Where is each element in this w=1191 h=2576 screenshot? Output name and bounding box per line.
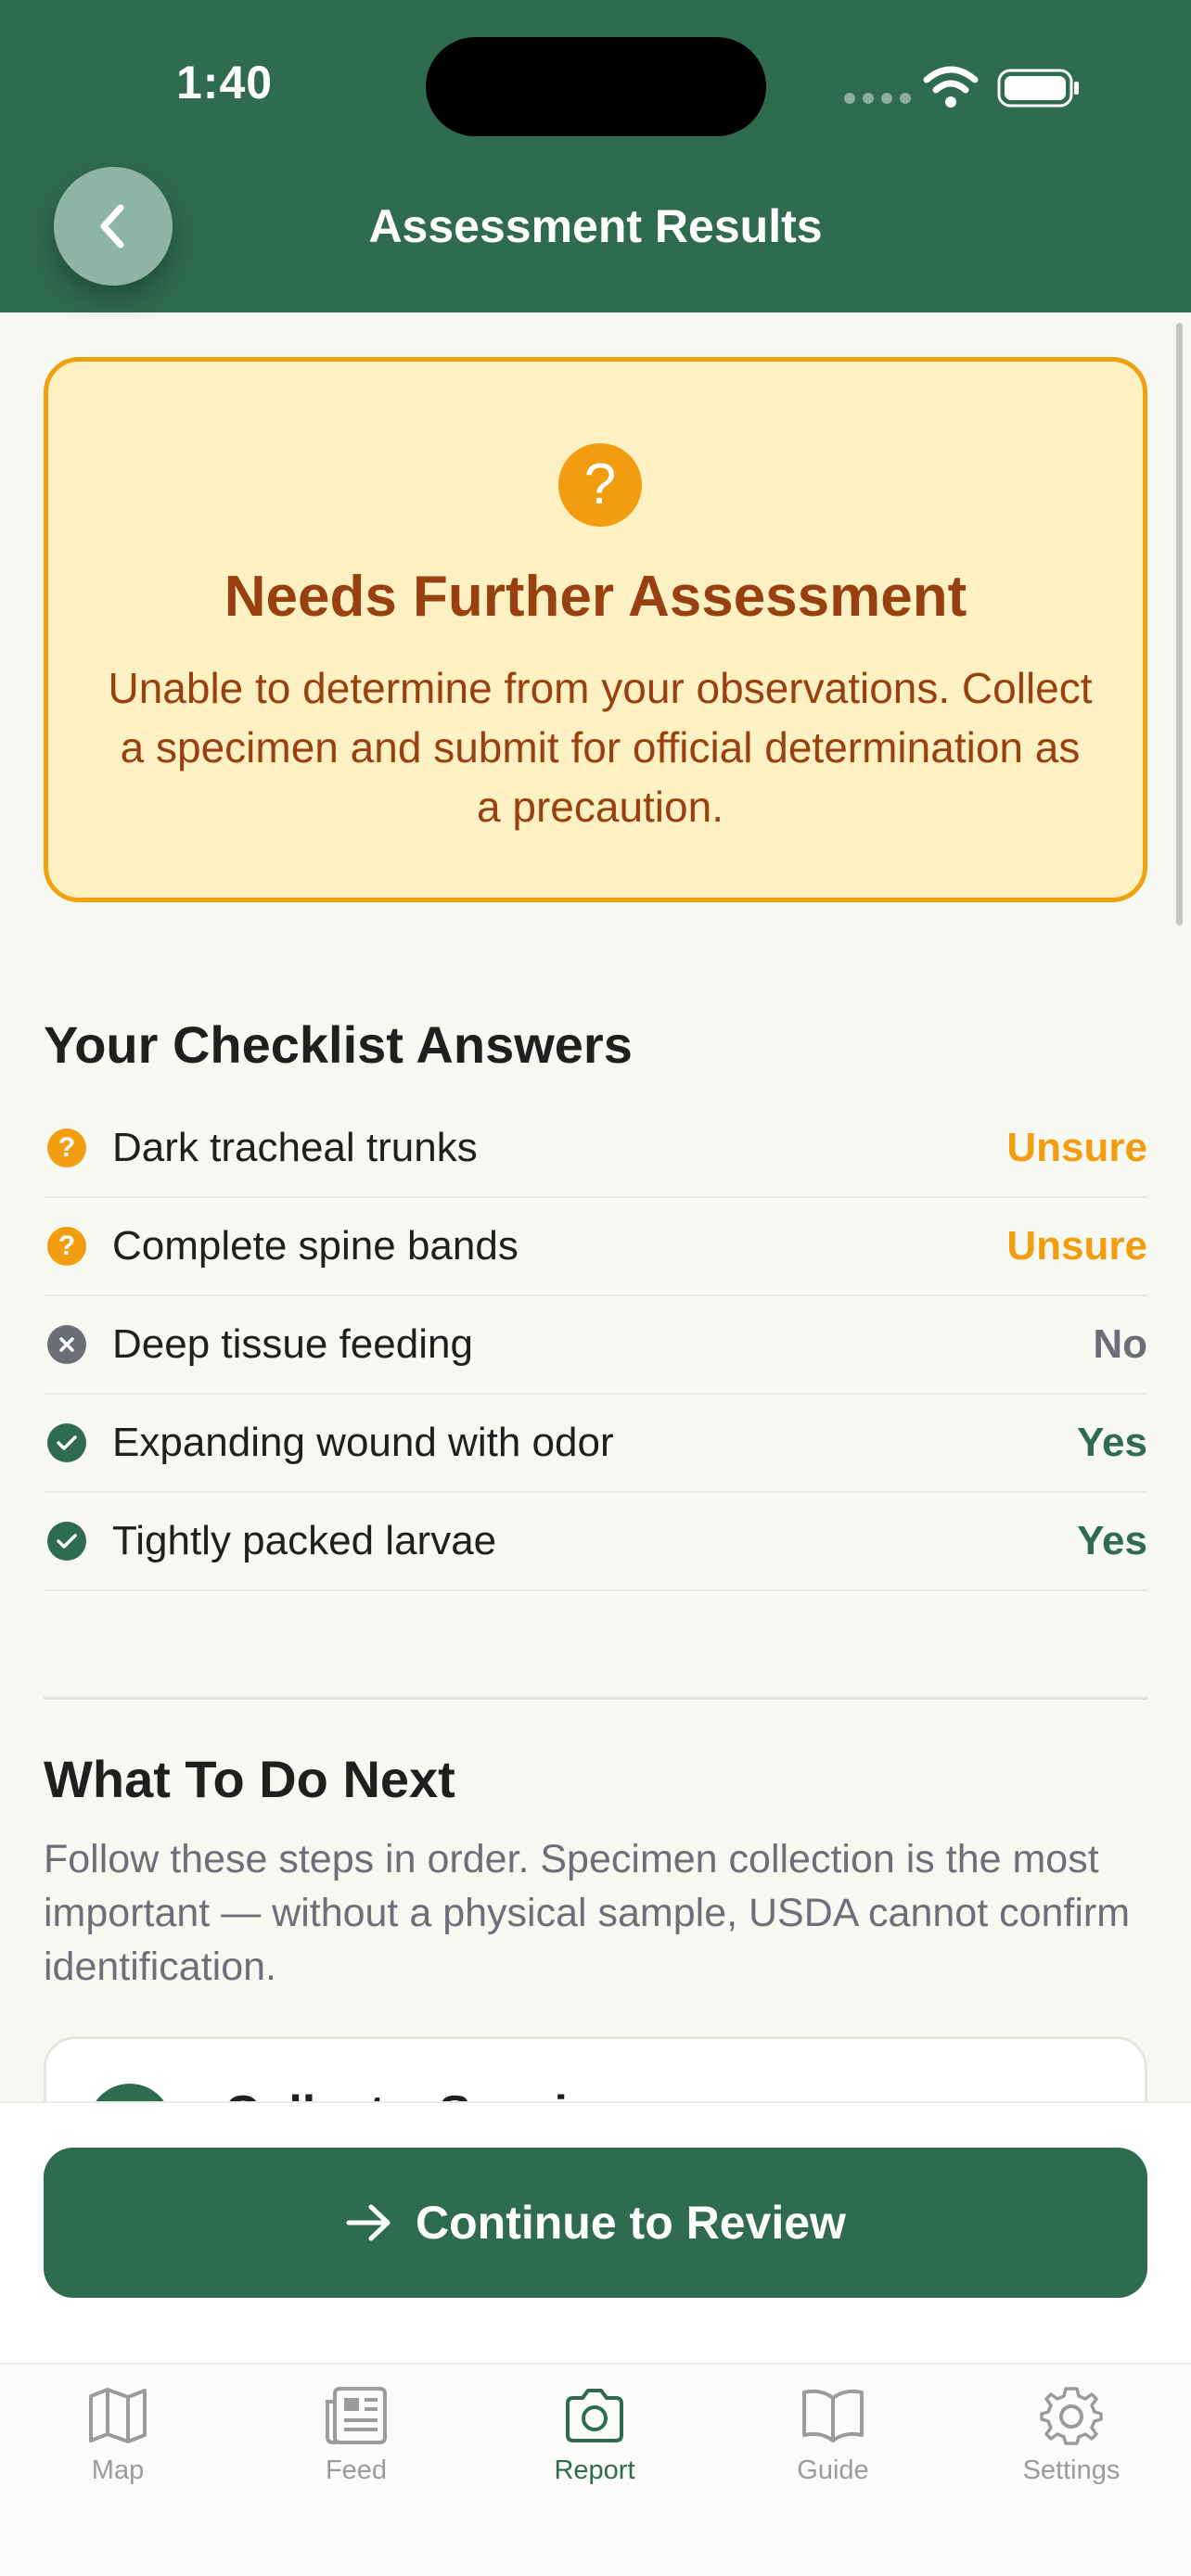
tab-label: Settings [1022, 2455, 1121, 2485]
section-divider [44, 1697, 1147, 1700]
gear-icon [1040, 2387, 1103, 2445]
continue-label: Continue to Review [416, 2197, 846, 2249]
arrow-right-icon [346, 2204, 391, 2241]
checklist-label: Tightly packed larvae [112, 1518, 497, 1563]
tab-label: Map [91, 2455, 145, 2485]
checklist-row: Deep tissue feeding No [44, 1296, 1147, 1395]
checklist-row: Expanding wound with odor Yes [44, 1395, 1147, 1493]
tab-guide[interactable]: Guide [749, 2385, 916, 2486]
next-steps-description: Follow these steps in order. Specimen co… [44, 1837, 1131, 1989]
tab-map[interactable]: Map [34, 2385, 201, 2486]
checklist-label: Deep tissue feeding [112, 1321, 473, 1367]
result-title: Needs Further Assessment [224, 565, 967, 629]
page-title: Assessment Results [368, 200, 823, 252]
map-icon [89, 2388, 147, 2443]
battery-icon [997, 69, 1079, 108]
x-mark-icon [47, 1325, 86, 1364]
wifi-icon [923, 66, 979, 108]
continue-to-review-button[interactable]: Continue to Review [44, 2148, 1147, 2298]
checklist-label: Complete spine bands [112, 1223, 519, 1269]
tab-label: Feed [325, 2455, 388, 2485]
checkmark-icon [47, 1423, 86, 1462]
checklist-row: Tightly packed larvae Yes [44, 1493, 1147, 1591]
tab-feed[interactable]: Feed [273, 2385, 440, 2486]
checklist-label: Expanding wound with odor [112, 1420, 614, 1465]
scrollbar[interactable] [1176, 323, 1183, 925]
header: 1:40 Assessment Results [0, 0, 1191, 312]
newspaper-icon [326, 2387, 387, 2444]
result-card: ? Needs Further Assessment Unable to det… [44, 357, 1147, 902]
tab-label: Guide [797, 2455, 869, 2485]
checklist-answers: ? Dark tracheal trunks Unsure ? Complete… [44, 1100, 1147, 1591]
question-icon: ? [47, 1227, 86, 1266]
tab-report[interactable]: Report [511, 2385, 678, 2486]
bottom-action-bar: Continue to Review [0, 2101, 1191, 2363]
checklist-answer: Unsure [1006, 1223, 1147, 1269]
tab-label: Report [554, 2455, 635, 2485]
checklist-answer: Yes [1077, 1420, 1147, 1465]
camera-icon [566, 2389, 623, 2442]
checklist-row: ? Complete spine bands Unsure [44, 1198, 1147, 1296]
book-icon [802, 2389, 864, 2442]
result-description: Unable to determine from your observatio… [108, 664, 1093, 831]
status-time: 1:40 [176, 57, 274, 108]
checklist-row: ? Dark tracheal trunks Unsure [44, 1100, 1147, 1198]
question-icon: ? [558, 443, 642, 527]
checklist-answer: Unsure [1006, 1125, 1147, 1170]
cellular-signal-icon [844, 93, 911, 104]
checkmark-icon [47, 1522, 86, 1561]
tab-settings[interactable]: Settings [988, 2385, 1155, 2486]
question-icon: ? [47, 1129, 86, 1167]
checklist-title: Your Checklist Answers [44, 1015, 633, 1074]
checklist-label: Dark tracheal trunks [112, 1125, 478, 1170]
checklist-answer: Yes [1077, 1518, 1147, 1563]
tab-bar: Map Feed Report Guide Settings [0, 2363, 1191, 2576]
dynamic-island [426, 37, 766, 136]
checklist-answer: No [1093, 1321, 1147, 1367]
next-steps-title: What To Do Next [44, 1750, 455, 1808]
assessment-results-screen: 1:40 Assessment Results ? Needs Further … [0, 0, 1191, 2576]
